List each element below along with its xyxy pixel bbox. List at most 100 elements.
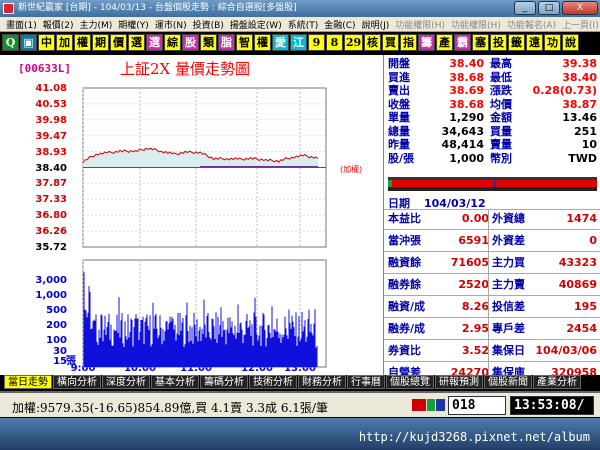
quote-panel: 開盤 38.40 最高 39.38 買進 38.68 最低 38.40 賣出 38.69 漲跌 0.2… bbox=[383, 55, 600, 378]
toolbar-button[interactable]: 9 bbox=[308, 34, 325, 51]
quote-value: 48,414 bbox=[441, 138, 484, 151]
toolbar-button[interactable]: 霸 bbox=[454, 34, 471, 51]
stat-value: 195 bbox=[574, 300, 597, 313]
toolbar-button[interactable]: 選 bbox=[128, 34, 145, 51]
toolbar-button[interactable]: Q bbox=[2, 34, 19, 51]
stat-label: 投信差 bbox=[492, 300, 525, 313]
analysis-tab[interactable]: 基本分析 bbox=[151, 375, 199, 389]
toolbar-button[interactable]: 期 bbox=[92, 34, 109, 51]
toolbar-button[interactable]: 買 bbox=[382, 34, 399, 51]
code-input[interactable]: 018 bbox=[448, 396, 506, 415]
menu-bar: 畫面(1) 報價(2) 主力(M) 期權(Y) 運市(N) 投資(B) 揚盤設定(W) 系統(… bbox=[0, 17, 600, 32]
quote-label: 買量 bbox=[490, 124, 512, 138]
minimize-button[interactable]: _ bbox=[514, 1, 536, 15]
menu-item[interactable]: 說明(J) bbox=[360, 18, 392, 31]
quote-value: 1,290 bbox=[449, 111, 484, 124]
chart-panel[interactable]: [00633L] 上証2X 量價走勢圖 41.08 40.53 39.98 39.47… bbox=[0, 55, 383, 375]
stat-label: 當沖張 bbox=[388, 234, 421, 247]
divider bbox=[384, 273, 600, 274]
analysis-tab[interactable]: 行事曆 bbox=[347, 375, 385, 389]
toolbar-button[interactable]: 脂 bbox=[218, 34, 235, 51]
toolbar-button[interactable]: 選 bbox=[146, 34, 163, 51]
stat-row: 券資比 3.52 集保日 104/03/06 bbox=[384, 345, 600, 356]
toolbar-button[interactable]: 核 bbox=[364, 34, 381, 51]
analysis-tab[interactable]: 個股總覽 bbox=[386, 375, 434, 389]
toolbar-button[interactable]: 愛 bbox=[272, 34, 289, 51]
toolbar-button[interactable]: 籌 bbox=[418, 34, 435, 51]
toolbar-button[interactable]: 產 bbox=[436, 34, 453, 51]
toolbar-button[interactable]: 價 bbox=[110, 34, 127, 51]
toolbar-button[interactable]: 遠 bbox=[526, 34, 543, 51]
menu-item[interactable]: 功能權限(H) bbox=[393, 18, 447, 31]
analysis-tab[interactable]: 當日走勢 bbox=[4, 375, 52, 389]
toolbar-button[interactable]: ▣ bbox=[20, 34, 37, 51]
menu-item[interactable]: 投資(B) bbox=[191, 18, 226, 31]
toolbar-button[interactable]: 投 bbox=[490, 34, 507, 51]
menu-item[interactable]: 揚盤設定(W) bbox=[228, 18, 284, 31]
stat-value: 2.95 bbox=[461, 322, 489, 335]
toolbar-button[interactable]: 塞 bbox=[472, 34, 489, 51]
window-title: 新世紀贏家 [台期] - 104/03/13 - 台盤個股走勢 : 綜合自選股[… bbox=[18, 3, 297, 13]
analysis-tab[interactable]: 研報預測 bbox=[435, 375, 483, 389]
buy-sell-ratio-bar bbox=[388, 177, 597, 191]
toolbar-button[interactable]: 8 bbox=[326, 34, 343, 51]
quote-label: 漲跌 bbox=[490, 84, 512, 97]
analysis-tab[interactable]: 財務分析 bbox=[298, 375, 346, 389]
menu-item[interactable]: 功能權限(H) bbox=[449, 18, 503, 31]
stat-label: 主力賣 bbox=[492, 278, 525, 291]
stat-label: 融券/成 bbox=[388, 322, 426, 335]
analysis-tab[interactable]: 產業分析 bbox=[533, 375, 581, 389]
toolbar-button[interactable]: 籤 bbox=[508, 34, 525, 51]
stat-value: 3.52 bbox=[461, 344, 489, 357]
toolbar-button[interactable]: 股 bbox=[182, 34, 199, 51]
divider bbox=[384, 295, 600, 296]
toolbar-button[interactable]: 權 bbox=[254, 34, 271, 51]
quote-label: 股/張 bbox=[388, 151, 415, 165]
quote-label: 賣量 bbox=[490, 138, 512, 151]
quote-value: 38.69 bbox=[449, 84, 484, 97]
toolbar-button[interactable]: 綜 bbox=[164, 34, 181, 51]
analysis-tab[interactable]: 橫向分析 bbox=[53, 375, 101, 389]
analysis-tab[interactable]: 籌碼分析 bbox=[200, 375, 248, 389]
stat-label: 集保日 bbox=[492, 344, 525, 357]
stat-label: 融資/成 bbox=[388, 300, 426, 313]
toolbar-button[interactable]: 29 bbox=[344, 34, 363, 51]
toolbar-button[interactable]: 指 bbox=[400, 34, 417, 51]
divider bbox=[384, 229, 600, 230]
toolbar-button[interactable]: 智 bbox=[236, 34, 253, 51]
menu-item[interactable]: 主力(M) bbox=[78, 18, 115, 31]
menu-item[interactable]: 期權(Y) bbox=[116, 18, 151, 31]
analysis-tab[interactable]: 技術分析 bbox=[249, 375, 297, 389]
menu-item[interactable]: 上一頁(I) bbox=[560, 18, 600, 31]
stat-label: 主力買 bbox=[492, 256, 525, 269]
column-divider bbox=[488, 209, 489, 375]
analysis-tab[interactable]: 個股新聞 bbox=[484, 375, 532, 389]
toolbar-button[interactable]: 說 bbox=[562, 34, 579, 51]
toolbar-button[interactable]: 中 bbox=[38, 34, 55, 51]
toolbar-button[interactable]: 類 bbox=[200, 34, 217, 51]
quote-row: 總量 34,643 買量 251 bbox=[384, 126, 600, 137]
quote-value: 38.68 bbox=[449, 70, 484, 84]
menu-item[interactable]: 畫面(1) bbox=[4, 18, 39, 31]
toolbar-button[interactable]: 加 bbox=[56, 34, 73, 51]
menu-item[interactable]: 運市(N) bbox=[153, 18, 189, 31]
menu-item[interactable]: 功能報名(A) bbox=[505, 18, 558, 31]
maximize-button[interactable]: □ bbox=[538, 1, 560, 15]
date-row: 日期 104/03/12 bbox=[384, 198, 600, 209]
toolbar-button[interactable]: 功 bbox=[544, 34, 561, 51]
quote-label: 買進 bbox=[388, 70, 410, 84]
quote-label: 幣別 bbox=[490, 151, 512, 165]
menu-item[interactable]: 系統(T) bbox=[286, 18, 321, 31]
quote-label: 總量 bbox=[388, 124, 410, 138]
menu-item[interactable]: 報價(2) bbox=[41, 18, 76, 31]
menu-item[interactable]: 金融(C) bbox=[322, 18, 357, 31]
toolbar-button[interactable]: 權 bbox=[74, 34, 91, 51]
toolbar-button[interactable]: 江 bbox=[290, 34, 307, 51]
watermark-url: http://kujd3268.pixnet.net/album bbox=[358, 430, 590, 444]
close-button[interactable]: X bbox=[562, 1, 598, 15]
stat-label: 融資餘 bbox=[388, 256, 421, 269]
price-volume-chart[interactable] bbox=[0, 55, 383, 375]
analysis-tab[interactable]: 深度分析 bbox=[102, 375, 150, 389]
stat-label: 券資比 bbox=[388, 344, 421, 357]
quote-label: 最高 bbox=[490, 57, 512, 70]
